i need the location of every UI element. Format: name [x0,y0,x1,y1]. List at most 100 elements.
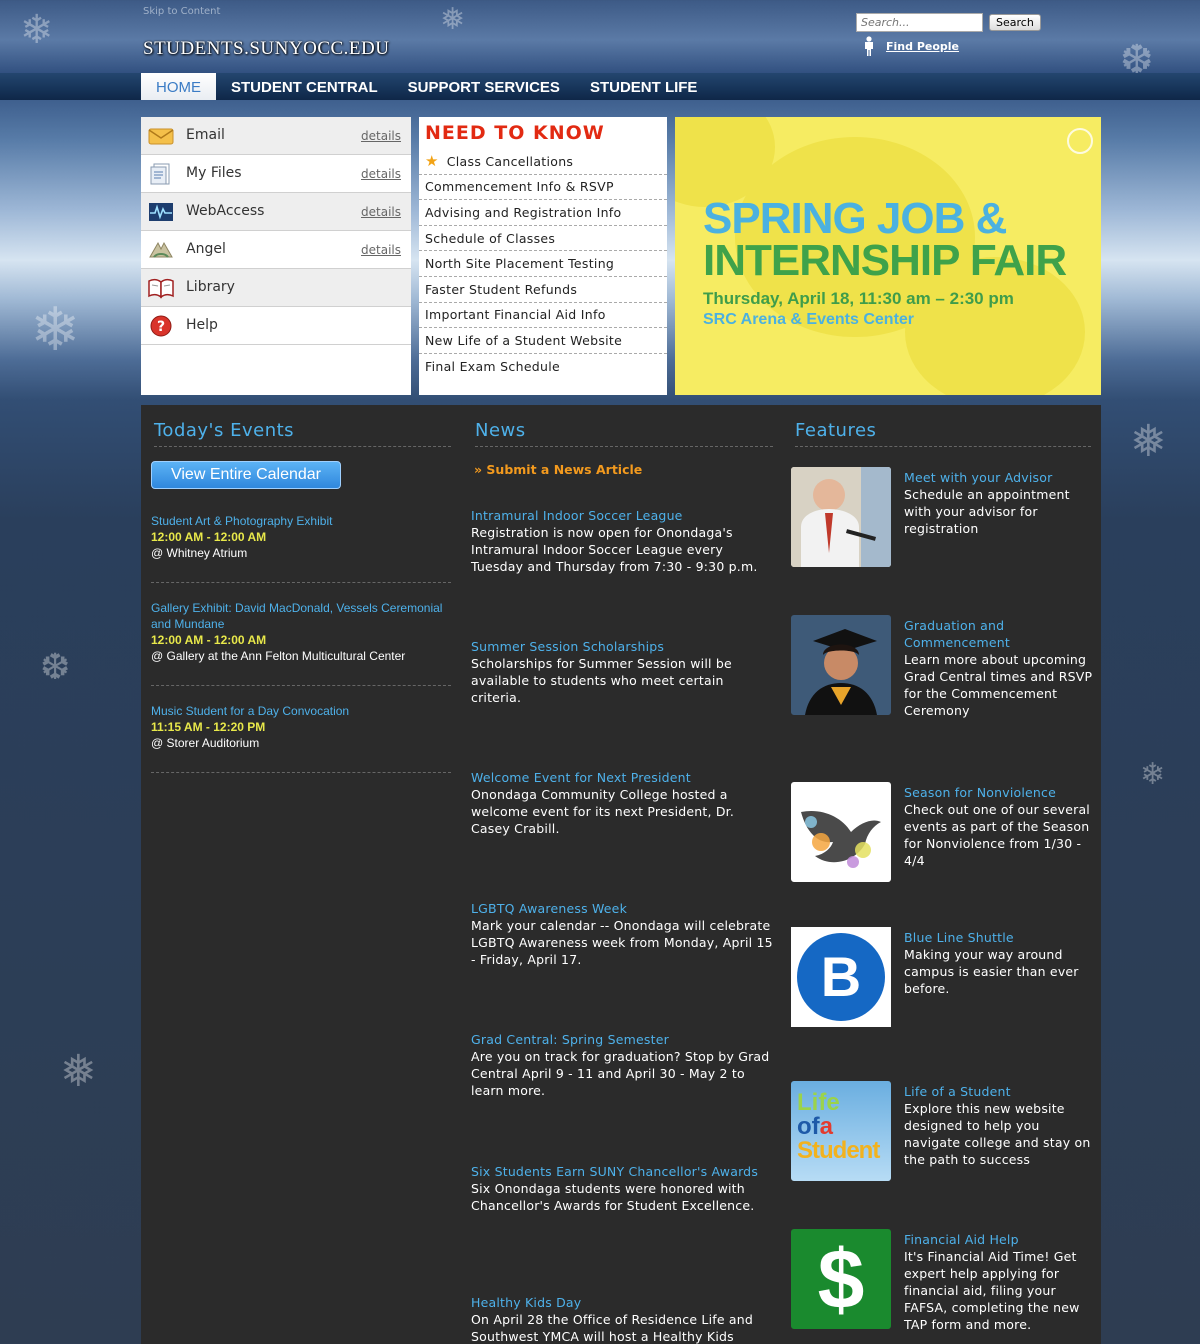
snowflake-decoration: ❄ [1140,757,1166,792]
need-to-know-item[interactable]: Advising and Registration Info [419,200,667,226]
news-title[interactable]: Welcome Event for Next President [471,769,776,786]
news-item: Welcome Event for Next President Onondag… [471,769,776,837]
submit-news-link[interactable]: » Submit a News Article [474,462,642,477]
quick-link-label: Library [186,279,235,295]
advisor-photo-graphic [791,467,891,567]
banner-location: SRC Arena & Events Center [703,311,915,328]
quick-link-label: Angel [186,241,226,257]
need-to-know-item[interactable]: Important Financial Aid Info [419,303,667,329]
nonviolence-image[interactable] [791,782,891,882]
quick-link-my-files[interactable]: My Files details [141,155,411,193]
news-description: Six Onondaga students were honored with … [471,1181,755,1213]
event-item: Music Student for a Day Convocation 11:1… [151,703,451,773]
feature-text: Graduation and Commencement Learn more a… [904,617,1096,719]
search-button[interactable]: Search [989,14,1041,31]
dove-graphic [801,810,881,868]
details-link[interactable]: details [361,129,401,143]
main-nav: HOME STUDENT CENTRAL SUPPORT SERVICES ST… [0,73,1200,100]
person-icon [865,36,873,56]
news-item: Intramural Indoor Soccer League Registra… [471,507,776,575]
event-title[interactable]: Student Art & Photography Exhibit [151,513,451,529]
slideshow-indicator-icon[interactable] [1067,128,1093,154]
feature-title[interactable]: Blue Line Shuttle [904,929,1096,946]
book-icon [148,278,174,299]
details-link[interactable]: details [361,243,401,257]
feature-title[interactable]: Financial Aid Help [904,1231,1096,1248]
job-fair-banner[interactable]: SPRING JOB & INTERNSHIP FAIR Thursday, A… [675,117,1101,395]
quick-link-webaccess[interactable]: WebAccess details [141,193,411,231]
quick-link-help[interactable]: ? Help [141,307,411,345]
quick-link-email[interactable]: Email details [141,117,411,155]
need-to-know-item[interactable]: Faster Student Refunds [419,277,667,303]
nav-student-life[interactable]: STUDENT LIFE [575,73,713,100]
news-description: Registration is now open for Onondaga's … [471,525,758,574]
feature-description: Learn more about upcoming Grad Central t… [904,652,1093,718]
details-link[interactable]: details [361,167,401,181]
snowflake-decoration: ❆ [40,647,71,688]
news-title[interactable]: Summer Session Scholarships [471,638,776,655]
quick-link-library[interactable]: Library [141,269,411,307]
banner-date: Thursday, April 18, 11:30 am – 2:30 pm [703,289,1014,308]
snowflake-decoration: ❅ [440,2,466,37]
quick-links-panel: Email details My Files details WebAccess… [141,117,411,395]
news-title[interactable]: Healthy Kids Day [471,1294,776,1311]
need-to-know-item[interactable]: Final Exam Schedule [419,354,667,380]
feature-title[interactable]: Graduation and Commencement [904,617,1096,651]
feature-item: Graduation and Commencement Learn more a… [791,615,1101,718]
nav-support-services[interactable]: SUPPORT SERVICES [393,73,575,100]
site-title[interactable]: STUDENTS.SUNYOCC.EDU [143,38,389,60]
news-title[interactable]: LGBTQ Awareness Week [471,900,776,917]
graduation-photo-graphic [791,615,891,715]
event-title[interactable]: Music Student for a Day Convocation [151,703,451,719]
pulse-icon [149,203,173,221]
financial-aid-logo[interactable]: $ [791,1229,891,1329]
feature-item: B Blue Line Shuttle Making your way arou… [791,927,1101,1027]
need-to-know-item[interactable]: ★ Class Cancellations [419,149,667,175]
news-title[interactable]: Intramural Indoor Soccer League [471,507,776,524]
advisor-photo[interactable] [791,467,891,567]
event-time: 12:00 AM - 12:00 AM [151,633,267,647]
news-item: Healthy Kids Day On April 28 the Office … [471,1294,776,1344]
shuttle-logo[interactable]: B [791,927,891,1027]
need-to-know-item[interactable]: Commencement Info & RSVP [419,175,667,201]
feature-text: Financial Aid Help It's Financial Aid Ti… [904,1231,1096,1333]
find-people[interactable]: Find People [862,36,959,56]
feature-description: Schedule an appointment with your adviso… [904,487,1070,536]
logo-line: Student [797,1137,880,1164]
news-item: Summer Session Scholarships Scholarships… [471,638,776,706]
news-title[interactable]: Grad Central: Spring Semester [471,1031,776,1048]
feature-item: Life ofa Student Life of a Student Explo… [791,1081,1101,1181]
need-to-know-label: Class Cancellations [446,153,574,169]
news-item: LGBTQ Awareness Week Mark your calendar … [471,900,776,968]
shuttle-logo-circle: B [797,933,885,1021]
files-icon [150,163,170,185]
need-to-know-item[interactable]: Schedule of Classes [419,226,667,252]
graduation-photo[interactable] [791,615,891,715]
nav-home[interactable]: HOME [141,73,216,100]
details-link[interactable]: details [361,205,401,219]
help-icon: ? [150,315,172,337]
need-to-know-item[interactable]: New Life of a Student Website [419,328,667,354]
svg-text:?: ? [157,319,165,335]
quick-link-angel[interactable]: Angel details [141,231,411,269]
find-people-link[interactable]: Find People [886,40,959,53]
feature-title[interactable]: Meet with your Advisor [904,469,1096,486]
news-item: Grad Central: Spring Semester Are you on… [471,1031,776,1099]
search-input[interactable] [856,13,983,32]
news-title[interactable]: Six Students Earn SUNY Chancellor's Awar… [471,1163,776,1180]
feature-title[interactable]: Season for Nonviolence [904,784,1096,801]
snowflake-decoration: ❄ [30,295,81,365]
feature-item: Meet with your Advisor Schedule an appoi… [791,467,1101,567]
life-of-a-student-logo[interactable]: Life ofa Student [791,1081,891,1181]
feature-title[interactable]: Life of a Student [904,1083,1096,1100]
event-time: 11:15 AM - 12:20 PM [151,720,266,734]
event-location: @ Storer Auditorium [151,736,260,750]
quick-link-label: Help [186,317,218,333]
need-to-know-item[interactable]: North Site Placement Testing [419,251,667,277]
nav-student-central[interactable]: STUDENT CENTRAL [216,73,393,100]
view-calendar-button[interactable]: View Entire Calendar [151,461,341,489]
feature-item: $ Financial Aid Help It's Financial Aid … [791,1229,1101,1332]
event-title[interactable]: Gallery Exhibit: David MacDonald, Vessel… [151,600,451,632]
star-icon: ★ [425,152,439,171]
skip-to-content-link[interactable]: Skip to Content [143,6,220,17]
